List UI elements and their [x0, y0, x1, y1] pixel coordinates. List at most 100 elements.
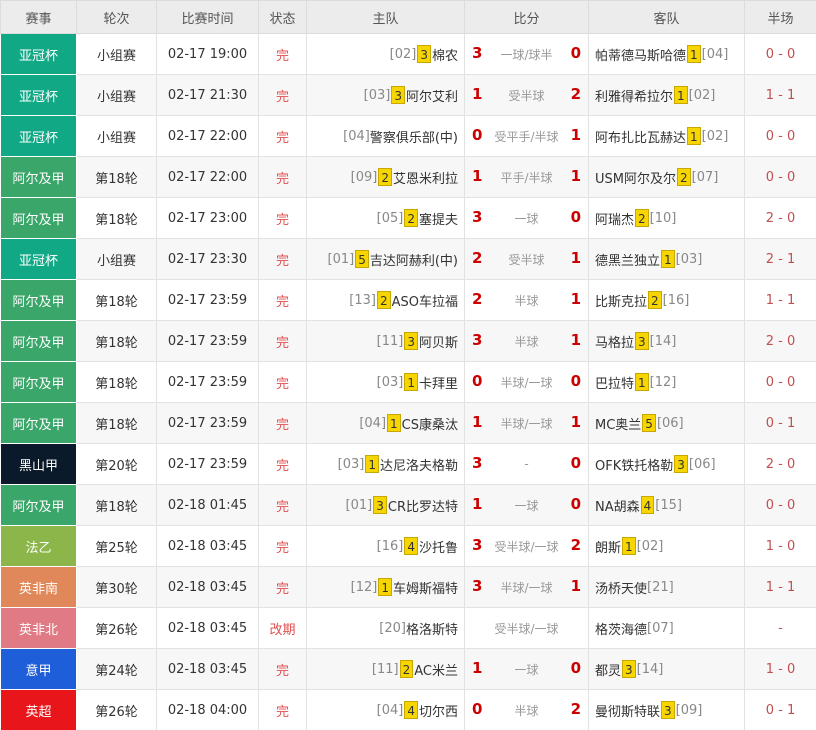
league-cell[interactable]: 阿尔及甲 — [0, 156, 77, 198]
status-cell[interactable]: 完 — [258, 566, 307, 608]
home-team-cell[interactable]: [01] 3 CR比罗达特 — [306, 484, 465, 526]
away-team-name[interactable]: 帕蒂德马斯哈德 — [595, 49, 686, 64]
league-cell[interactable]: 亚冠杯 — [0, 74, 77, 116]
home-team-name[interactable]: 车姆斯福特 — [393, 582, 458, 597]
away-team-cell[interactable]: 都灵 3 [14] — [588, 648, 745, 690]
home-team-cell[interactable]: [03] 1 达尼洛夫格勒 — [306, 443, 465, 485]
score-cell[interactable]: 2 半球 1 — [464, 279, 589, 321]
home-team-cell[interactable]: [11] 3 阿贝斯 — [306, 320, 465, 362]
score-cell[interactable]: 2 受半球 1 — [464, 238, 589, 280]
league-cell[interactable]: 亚冠杯 — [0, 238, 77, 280]
status-cell[interactable]: 改期 — [258, 607, 307, 649]
score-cell[interactable]: 1 一球 0 — [464, 484, 589, 526]
away-team-name[interactable]: NA胡森 — [595, 500, 640, 515]
header-status[interactable]: 状态 — [258, 0, 307, 34]
status-cell[interactable]: 完 — [258, 648, 307, 690]
home-team-name[interactable]: AC米兰 — [414, 664, 458, 679]
home-team-cell[interactable]: [01] 5 吉达阿赫利(中) — [306, 238, 465, 280]
home-team-name[interactable]: 阿贝斯 — [419, 336, 458, 351]
home-team-name[interactable]: 格洛斯特 — [406, 623, 458, 638]
home-team-name[interactable]: 塞提夫 — [419, 213, 458, 228]
table-row[interactable]: 亚冠杯 小组赛 02-17 22:00 完 [04]警察俱乐部(中) 0 受平手/半球 1 阿布… — [0, 115, 816, 157]
away-team-cell[interactable]: 利雅得希拉尔 1 [02] — [588, 74, 745, 116]
header-round[interactable]: 轮次 — [76, 0, 157, 34]
score-cell[interactable]: 3 半球 1 — [464, 320, 589, 362]
score-cell[interactable]: 3 一球 0 — [464, 197, 589, 239]
league-cell[interactable]: 阿尔及甲 — [0, 279, 77, 321]
score-cell[interactable]: 3 受半球/一球 2 — [464, 525, 589, 567]
away-team-cell[interactable]: 比斯克拉 2 [16] — [588, 279, 745, 321]
league-cell[interactable]: 亚冠杯 — [0, 33, 77, 75]
home-team-cell[interactable]: [04] 4 切尔西 — [306, 689, 465, 730]
away-team-name[interactable]: 朗斯 — [595, 541, 621, 556]
status-cell[interactable]: 完 — [258, 238, 307, 280]
table-row[interactable]: 阿尔及甲 第18轮 02-17 23:59 完 [13] 2 ASO车拉福 2 半球 1 比斯克拉 2… — [0, 279, 816, 321]
home-team-name[interactable]: CR比罗达特 — [388, 500, 458, 515]
header-time[interactable]: 比赛时间 — [156, 0, 259, 34]
home-team-cell[interactable]: [03] 1 卡拜里 — [306, 361, 465, 403]
table-row[interactable]: 亚冠杯 小组赛 02-17 23:30 完 [01] 5 吉达阿赫利(中) 2 受半球 1 德黑兰独… — [0, 238, 816, 280]
header-away-team[interactable]: 客队 — [588, 0, 745, 34]
league-cell[interactable]: 英非北 — [0, 607, 77, 649]
league-cell[interactable]: 亚冠杯 — [0, 115, 77, 157]
home-team-name[interactable]: ASO车拉福 — [392, 295, 458, 310]
away-team-name[interactable]: 都灵 — [595, 664, 621, 679]
status-cell[interactable]: 完 — [258, 320, 307, 362]
league-cell[interactable]: 英超 — [0, 689, 77, 730]
score-cell[interactable]: 0 半球/一球 0 — [464, 361, 589, 403]
score-cell[interactable]: 3 半球/一球 1 — [464, 566, 589, 608]
away-team-name[interactable]: OFK铁托格勒 — [595, 459, 673, 474]
home-team-cell[interactable]: [02] 3 棉农 — [306, 33, 465, 75]
home-team-name[interactable]: 切尔西 — [419, 705, 458, 720]
league-cell[interactable]: 英非南 — [0, 566, 77, 608]
away-team-cell[interactable]: 格茨海德[07] — [588, 607, 745, 649]
home-team-cell[interactable]: [11] 2 AC米兰 — [306, 648, 465, 690]
home-team-cell[interactable]: [04] 1 CS康桑汰 — [306, 402, 465, 444]
table-row[interactable]: 英非南 第30轮 02-18 03:45 完 [12] 1 车姆斯福特 3 半球/一球 1 汤桥天使… — [0, 566, 816, 608]
away-team-name[interactable]: MC奥兰 — [595, 418, 641, 433]
away-team-name[interactable]: 马格拉 — [595, 336, 634, 351]
league-cell[interactable]: 阿尔及甲 — [0, 197, 77, 239]
away-team-name[interactable]: 汤桥天使 — [595, 582, 647, 597]
home-team-cell[interactable]: [13] 2 ASO车拉福 — [306, 279, 465, 321]
home-team-name[interactable]: 棉农 — [432, 49, 458, 64]
home-team-name[interactable]: 沙托鲁 — [419, 541, 458, 556]
table-row[interactable]: 亚冠杯 小组赛 02-17 19:00 完 [02] 3 棉农 3 一球/球半 0 帕蒂德马斯哈德 1… — [0, 33, 816, 75]
home-team-name[interactable]: 阿尔艾利 — [406, 90, 458, 105]
header-league[interactable]: 赛事 — [0, 0, 77, 34]
home-team-cell[interactable]: [09] 2 艾恩米利拉 — [306, 156, 465, 198]
status-cell[interactable]: 完 — [258, 279, 307, 321]
away-team-name[interactable]: 比斯克拉 — [595, 295, 647, 310]
home-team-cell[interactable]: [03] 3 阿尔艾利 — [306, 74, 465, 116]
status-cell[interactable]: 完 — [258, 689, 307, 730]
away-team-cell[interactable]: 德黑兰独立 1 [03] — [588, 238, 745, 280]
away-team-name[interactable]: USM阿尔及尔 — [595, 172, 676, 187]
away-team-cell[interactable]: MC奥兰 5 [06] — [588, 402, 745, 444]
status-cell[interactable]: 完 — [258, 197, 307, 239]
home-team-name[interactable]: CS康桑汰 — [402, 418, 458, 433]
home-team-cell[interactable]: [04]警察俱乐部(中) — [306, 115, 465, 157]
away-team-name[interactable]: 巴拉特 — [595, 377, 634, 392]
away-team-cell[interactable]: 曼彻斯特联 3 [09] — [588, 689, 745, 730]
home-team-cell[interactable]: [05] 2 塞提夫 — [306, 197, 465, 239]
score-cell[interactable]: 0 半球 2 — [464, 689, 589, 730]
table-row[interactable]: 阿尔及甲 第18轮 02-17 23:00 完 [05] 2 塞提夫 3 一球 0 阿瑞杰 2 [10]… — [0, 197, 816, 239]
table-row[interactable]: 阿尔及甲 第18轮 02-17 23:59 完 [03] 1 卡拜里 0 半球/一球 0 巴拉特 1[… — [0, 361, 816, 403]
table-row[interactable]: 法乙 第25轮 02-18 03:45 完 [16] 4 沙托鲁 3 受半球/一球 2 朗斯 1 [02… — [0, 525, 816, 567]
away-team-cell[interactable]: 帕蒂德马斯哈德 1 [04] — [588, 33, 745, 75]
home-team-name[interactable]: 艾恩米利拉 — [393, 172, 458, 187]
status-cell[interactable]: 完 — [258, 115, 307, 157]
table-row[interactable]: 亚冠杯 小组赛 02-17 21:30 完 [03] 3 阿尔艾利 1 受半球 2 利雅得希拉尔 1[… — [0, 74, 816, 116]
home-team-name[interactable]: 卡拜里 — [419, 377, 458, 392]
status-cell[interactable]: 完 — [258, 443, 307, 485]
score-cell[interactable]: 1 半球/一球 1 — [464, 402, 589, 444]
league-cell[interactable]: 意甲 — [0, 648, 77, 690]
away-team-name[interactable]: 阿布扎比瓦赫达 — [595, 131, 686, 146]
away-team-name[interactable]: 阿瑞杰 — [595, 213, 634, 228]
table-row[interactable]: 阿尔及甲 第18轮 02-17 23:59 完 [04] 1 CS康桑汰 1 半球/一球 1 MC奥… — [0, 402, 816, 444]
away-team-cell[interactable]: USM阿尔及尔 2 [07] — [588, 156, 745, 198]
status-cell[interactable]: 完 — [258, 484, 307, 526]
league-cell[interactable]: 法乙 — [0, 525, 77, 567]
header-half-time[interactable]: 半场 — [744, 0, 816, 34]
status-cell[interactable]: 完 — [258, 156, 307, 198]
